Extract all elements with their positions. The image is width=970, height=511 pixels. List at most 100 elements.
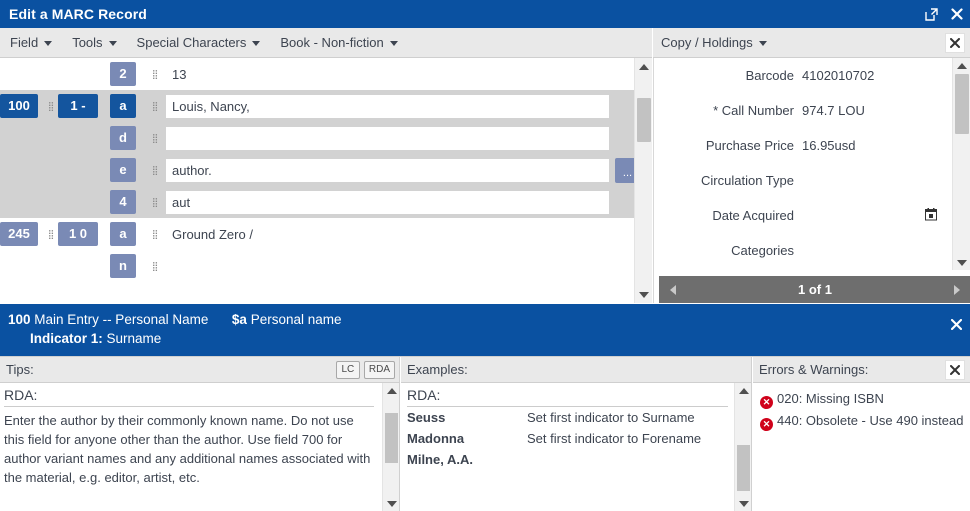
menu-item-copy-holdings-label: Copy / Holdings bbox=[661, 35, 753, 50]
drag-handle-icon[interactable]: ⣿ bbox=[44, 96, 58, 116]
error-item[interactable]: ✕ 440: Obsolete - Use 490 instead bbox=[760, 411, 964, 431]
examples-rows: Seuss Set first indicator to Surname Madon… bbox=[407, 407, 728, 470]
tips-rda-button[interactable]: RDA bbox=[363, 360, 395, 379]
holdings-scroll-thumb[interactable] bbox=[955, 74, 969, 134]
menu-item-record-type[interactable]: Book - Non-fiction bbox=[270, 28, 407, 58]
scroll-up-arrow-icon[interactable] bbox=[383, 383, 399, 398]
drag-handle-icon[interactable]: ⣿ bbox=[148, 224, 162, 244]
examples-scroll-thumb[interactable] bbox=[737, 445, 750, 491]
holdings-vertical-scrollbar[interactable] bbox=[952, 58, 970, 270]
scroll-down-arrow-icon[interactable] bbox=[953, 255, 970, 270]
indicator-value: Surname bbox=[106, 331, 162, 346]
scroll-down-arrow-icon[interactable] bbox=[635, 286, 652, 303]
marc-value-input[interactable] bbox=[166, 126, 609, 150]
holdings-field-label: Purchase Price bbox=[705, 138, 794, 153]
field-info-close-icon[interactable] bbox=[950, 318, 963, 333]
popout-icon[interactable] bbox=[918, 0, 944, 28]
holdings-field-value[interactable]: 16.95usd bbox=[802, 138, 953, 153]
marc-value-input[interactable] bbox=[166, 190, 609, 214]
drag-handle-icon[interactable]: ⣿ bbox=[148, 160, 162, 180]
chevron-down-icon bbox=[758, 41, 767, 46]
marc-indicator[interactable]: 1 0 bbox=[58, 222, 98, 246]
scroll-down-arrow-icon[interactable] bbox=[735, 496, 751, 511]
marc-field-row: 100 ⣿ 1 - a ⣿ bbox=[0, 90, 634, 122]
marc-field-row: 245 ⣿ 1 0 a ⣿ Ground Zero / bbox=[0, 218, 634, 250]
error-item[interactable]: ✕ 020: Missing ISBN bbox=[760, 389, 964, 409]
field-info-line-2: Indicator 1: Surname bbox=[8, 331, 970, 346]
chevron-down-icon bbox=[252, 41, 261, 46]
holdings-field-row: Purchase Price 16.95usd bbox=[654, 128, 953, 163]
menu-item-field[interactable]: Field bbox=[0, 28, 62, 58]
errors-close-icon[interactable] bbox=[945, 359, 965, 380]
chevron-left-icon[interactable] bbox=[659, 284, 687, 295]
close-icon[interactable] bbox=[944, 0, 970, 28]
holdings-field-label: Circulation Type bbox=[701, 173, 794, 188]
error-text: 020: Missing ISBN bbox=[777, 391, 884, 406]
error-icon: ✕ bbox=[760, 418, 773, 431]
tips-scroll-thumb[interactable] bbox=[385, 413, 398, 463]
tips-panel-title: Tips: bbox=[6, 362, 34, 377]
drag-handle-icon bbox=[44, 192, 58, 212]
example-description: Set first indicator to Forename bbox=[527, 431, 702, 446]
holdings-pane: Barcode 4102010702 * Call Number 974.7 LOU P… bbox=[653, 58, 970, 303]
drag-handle-icon[interactable]: ⣿ bbox=[148, 64, 162, 84]
indicator-label: Indicator 1: bbox=[30, 331, 103, 346]
marc-subfield-slot: e bbox=[110, 158, 148, 182]
marc-subfield-code[interactable]: a bbox=[110, 94, 136, 118]
menu-item-copy-holdings[interactable]: Copy / Holdings bbox=[653, 28, 777, 58]
field-info-bar: 100 Main Entry -- Personal Name $a Perso… bbox=[0, 304, 970, 357]
holdings-field-value[interactable]: 4102010702 bbox=[802, 68, 953, 83]
marc-scroll-thumb[interactable] bbox=[637, 98, 651, 142]
drag-handle-icon[interactable]: ⣿ bbox=[148, 192, 162, 212]
marc-subfield-slot: d bbox=[110, 126, 148, 150]
marc-value-lookup-button[interactable]: ... bbox=[615, 157, 634, 183]
chevron-right-icon[interactable] bbox=[943, 284, 970, 295]
marc-field-row: 4 ⣿ bbox=[0, 186, 634, 218]
tips-panel-header: Tips: LC RDA bbox=[0, 357, 399, 383]
holdings-field-value[interactable]: 974.7 LOU bbox=[802, 103, 953, 118]
scroll-up-arrow-icon[interactable] bbox=[953, 58, 970, 73]
marc-value-slot bbox=[162, 94, 634, 118]
holdings-close-icon[interactable] bbox=[945, 32, 965, 53]
marc-field-group: 245 ⣿ 1 0 a ⣿ Ground Zero / n ⣿ bbox=[0, 218, 634, 282]
examples-body: RDA: Seuss Set first indicator to Surname… bbox=[401, 383, 751, 511]
marc-vertical-scrollbar[interactable] bbox=[634, 58, 652, 303]
scroll-up-arrow-icon[interactable] bbox=[735, 383, 751, 398]
marc-subfield-code[interactable]: e bbox=[110, 158, 136, 182]
examples-panel-title: Examples: bbox=[407, 362, 468, 377]
marc-subfield-code[interactable]: n bbox=[110, 254, 136, 278]
examples-vertical-scrollbar[interactable] bbox=[734, 383, 751, 511]
scroll-up-arrow-icon[interactable] bbox=[635, 58, 652, 75]
holdings-header: Copy / Holdings bbox=[653, 28, 970, 58]
tips-vertical-scrollbar[interactable] bbox=[382, 383, 399, 511]
drag-handle-icon[interactable]: ⣿ bbox=[44, 224, 58, 244]
errors-panel-title: Errors & Warnings: bbox=[759, 362, 869, 377]
marc-value-input[interactable] bbox=[166, 158, 609, 182]
example-description bbox=[527, 449, 728, 470]
marc-subfield-slot: n bbox=[110, 254, 148, 278]
marc-value-input[interactable] bbox=[166, 94, 609, 118]
marc-indicator[interactable]: 1 - bbox=[58, 94, 98, 118]
marc-field-editor: 2⣿13100⣿1 -a⣿d⣿e⣿...4⣿245⣿1 0a⣿Ground Ze… bbox=[0, 58, 652, 303]
drag-handle-icon[interactable]: ⣿ bbox=[148, 256, 162, 276]
drag-handle-icon[interactable]: ⣿ bbox=[148, 128, 162, 148]
calendar-icon[interactable] bbox=[923, 207, 939, 224]
menu-item-special-characters[interactable]: Special Characters bbox=[127, 28, 271, 58]
marc-subfield-code[interactable]: 4 bbox=[110, 190, 136, 214]
error-text: 440: Obsolete - Use 490 instead bbox=[777, 413, 964, 428]
chevron-down-icon bbox=[44, 41, 53, 46]
marc-field-row: n ⣿ bbox=[0, 250, 634, 282]
marc-subfield-code[interactable]: 2 bbox=[110, 62, 136, 86]
scroll-down-arrow-icon[interactable] bbox=[383, 496, 399, 511]
marc-tag[interactable]: 100 bbox=[0, 94, 38, 118]
menu-item-field-label: Field bbox=[10, 35, 39, 50]
marc-subfield-code[interactable]: a bbox=[110, 222, 136, 246]
marc-subfield-code[interactable]: d bbox=[110, 126, 136, 150]
menu-item-tools[interactable]: Tools bbox=[62, 28, 126, 58]
marc-tag[interactable]: 245 bbox=[0, 222, 38, 246]
tips-lc-button[interactable]: LC bbox=[335, 360, 360, 379]
drag-handle-icon[interactable]: ⣿ bbox=[148, 96, 162, 116]
chevron-down-icon bbox=[108, 41, 117, 46]
holdings-field-row: Categories bbox=[654, 233, 953, 268]
errors-list: ✕ 020: Missing ISBN ✕ 440: Obsolete - Use 4… bbox=[753, 383, 970, 431]
